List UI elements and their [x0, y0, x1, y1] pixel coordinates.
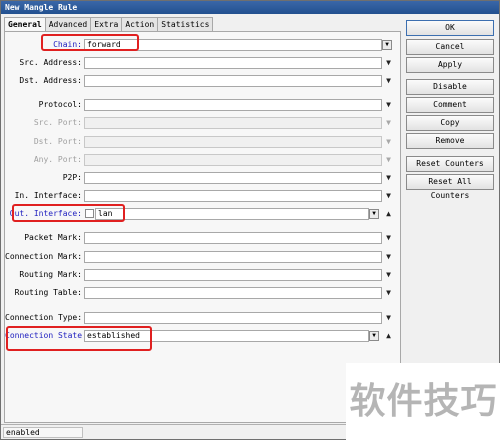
routing-table-input[interactable]: [84, 287, 382, 299]
reset-counters-button[interactable]: Reset Counters: [406, 156, 494, 172]
routing-table-expand-icon[interactable]: ▼: [384, 288, 393, 297]
p2p-input[interactable]: [84, 172, 382, 184]
packet-mark-expand-icon[interactable]: ▼: [384, 233, 393, 242]
dst-address-expand-icon[interactable]: ▼: [384, 76, 393, 85]
src-address-input[interactable]: [84, 57, 382, 69]
connection-type-input[interactable]: [84, 312, 382, 324]
any-port-expand-icon[interactable]: ▼: [384, 155, 393, 164]
remove-button[interactable]: Remove: [406, 133, 494, 149]
general-panel: Chain: forward ▼ Src. Address: ▼ Dst. Ad…: [4, 31, 401, 423]
dst-address-label: Dst. Address:: [19, 76, 82, 85]
connection-state-highlight: [6, 326, 152, 351]
connection-mark-label: Connection Mark:: [5, 252, 83, 261]
tab-bar: General Advanced Extra Action Statistics: [4, 17, 214, 33]
tab-advanced[interactable]: Advanced: [44, 17, 92, 32]
src-port-label: Src. Port:: [33, 118, 82, 127]
disable-button[interactable]: Disable: [406, 79, 494, 95]
packet-mark-label: Packet Mark:: [24, 233, 82, 242]
ok-button[interactable]: OK: [406, 20, 494, 36]
p2p-expand-icon[interactable]: ▼: [384, 173, 393, 182]
any-port-input[interactable]: [84, 154, 382, 166]
dst-port-input[interactable]: [84, 136, 382, 148]
chevron-down-icon: ▼: [385, 41, 389, 48]
dst-port-label: Dst. Port:: [33, 137, 82, 146]
connection-state-collapse-icon[interactable]: ▲: [384, 331, 393, 340]
out-interface-dropdown-button[interactable]: ▼: [369, 209, 379, 219]
chain-dropdown-button[interactable]: ▼: [382, 40, 392, 50]
connection-type-expand-icon[interactable]: ▼: [384, 313, 393, 322]
dst-address-input[interactable]: [84, 75, 382, 87]
comment-button[interactable]: Comment: [406, 97, 494, 113]
copy-button[interactable]: Copy: [406, 115, 494, 131]
any-port-label: Any. Port:: [33, 155, 82, 164]
chevron-down-icon: ▼: [372, 332, 376, 339]
src-port-input[interactable]: [84, 117, 382, 129]
routing-table-label: Routing Table:: [14, 288, 82, 297]
src-port-expand-icon[interactable]: ▼: [384, 118, 393, 127]
mangle-rule-window: New Mangle Rule General Advanced Extra A…: [0, 0, 500, 440]
connection-state-dropdown-button[interactable]: ▼: [369, 331, 379, 341]
apply-button[interactable]: Apply: [406, 57, 494, 73]
reset-all-counters-button[interactable]: Reset All Counters: [406, 174, 494, 200]
dst-port-expand-icon[interactable]: ▼: [384, 137, 393, 146]
packet-mark-input[interactable]: [84, 232, 382, 244]
status-text: enabled: [3, 427, 83, 438]
routing-mark-expand-icon[interactable]: ▼: [384, 270, 393, 279]
tab-extra[interactable]: Extra: [90, 17, 123, 32]
chain-highlight: [41, 34, 139, 51]
chevron-down-icon: ▼: [372, 210, 376, 217]
protocol-label: Protocol:: [38, 100, 82, 109]
watermark-text: 软件技巧: [346, 363, 500, 440]
in-interface-expand-icon[interactable]: ▼: [384, 191, 393, 200]
out-interface-collapse-icon[interactable]: ▲: [384, 209, 393, 218]
window-title: New Mangle Rule: [1, 1, 499, 14]
in-interface-input[interactable]: [84, 190, 382, 202]
connection-mark-expand-icon[interactable]: ▼: [384, 252, 393, 261]
p2p-label: P2P:: [62, 173, 82, 182]
tab-statistics[interactable]: Statistics: [157, 17, 214, 32]
protocol-expand-icon[interactable]: ▼: [384, 100, 393, 109]
protocol-input[interactable]: [84, 99, 382, 111]
out-interface-select[interactable]: lan: [95, 208, 369, 220]
routing-mark-label: Routing Mark:: [19, 270, 82, 279]
connection-type-label: Connection Type:: [5, 313, 83, 322]
tab-action[interactable]: Action: [121, 17, 159, 32]
out-interface-highlight: [12, 204, 125, 222]
routing-mark-input[interactable]: [84, 269, 382, 281]
in-interface-label: In. Interface:: [14, 191, 82, 200]
cancel-button[interactable]: Cancel: [406, 39, 494, 55]
connection-mark-input[interactable]: [84, 251, 382, 263]
src-address-expand-icon[interactable]: ▼: [384, 58, 393, 67]
src-address-label: Src. Address:: [19, 58, 82, 67]
